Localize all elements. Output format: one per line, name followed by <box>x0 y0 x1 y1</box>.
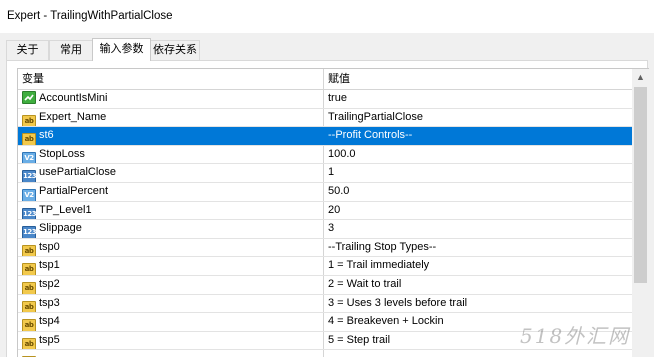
variable-name: tsp4 <box>39 315 60 328</box>
string-icon: ab <box>22 244 36 257</box>
variable-name: PartialPercent <box>39 184 109 197</box>
table-row[interactable]: ab tsp0 --Trailing Stop Types-- <box>18 238 632 258</box>
table-row[interactable]: ab tsp1 1 = Trail immediately <box>18 257 632 276</box>
value-cell[interactable]: 20 <box>324 202 632 220</box>
variable-cell[interactable]: ab tsp1 <box>18 257 324 275</box>
table-row[interactable]: ab tsp3 3 = Uses 3 levels before trail <box>18 294 632 314</box>
variable-cell[interactable]: 123 TP_Level1 <box>18 201 324 220</box>
variable-cell[interactable]: 123 Slippage <box>18 220 324 238</box>
variable-name: tsp2 <box>39 277 60 290</box>
value-cell[interactable]: 1 <box>324 164 632 182</box>
table-row[interactable]: ab Expert_Name TrailingPartialClose <box>18 108 632 128</box>
variable-name: tsp3 <box>39 296 60 309</box>
value-cell[interactable]: 3 = Uses 3 levels before trail <box>324 295 632 313</box>
table-row[interactable]: V2 StopLoss 100.0 <box>18 145 632 165</box>
variable-name: tsp0 <box>39 240 60 253</box>
value-cell[interactable]: 50.0 <box>324 183 632 201</box>
variable-cell[interactable]: V2 StopLoss <box>18 145 324 164</box>
integer-icon: 123 <box>22 170 37 182</box>
string-icon: ab <box>22 263 36 275</box>
variable-name: usePartialClose <box>39 166 117 179</box>
grid-header: 变量 赋值 <box>18 69 632 90</box>
variable-cell[interactable]: ab tsp0 <box>18 238 324 257</box>
table-row[interactable]: ab <box>18 350 632 357</box>
string-icon: ab <box>22 114 36 127</box>
value-cell[interactable]: 100.0 <box>324 146 632 164</box>
header-variable[interactable]: 变量 <box>18 69 324 89</box>
string-icon: ab <box>22 133 36 145</box>
variable-name: StopLoss <box>39 147 85 160</box>
variable-cell[interactable]: ab tsp4 <box>18 313 324 331</box>
tab-about[interactable]: 关于 <box>6 40 49 60</box>
value-cell[interactable]: --Trailing Stop Types-- <box>324 239 632 257</box>
tab-dependencies[interactable]: 依存关系 <box>150 40 200 60</box>
variable-cell[interactable]: ab tsp5 <box>18 331 324 350</box>
scroll-up-arrow-icon[interactable]: ▲ <box>632 69 649 86</box>
variable-cell[interactable]: ab Expert_Name <box>18 108 324 127</box>
variable-cell[interactable]: AccountIsMini <box>18 90 324 108</box>
header-value[interactable]: 赋值 <box>324 69 632 89</box>
variable-name: tsp1 <box>39 259 60 272</box>
variable-name: st6 <box>39 129 54 142</box>
inputs-grid: 变量 赋值 AccountIsMini true ab Expert_Name Trai… <box>17 68 632 357</box>
double-icon: V2 <box>22 151 36 164</box>
string-icon: ab <box>22 319 36 331</box>
value-cell[interactable]: true <box>324 90 632 108</box>
double-icon: V2 <box>22 188 36 201</box>
tab-inputs[interactable]: 输入参数 <box>92 38 151 61</box>
string-icon: ab <box>22 281 36 294</box>
variable-name: tsp5 <box>39 333 60 346</box>
variable-name: Expert_Name <box>39 110 107 123</box>
string-icon: ab <box>22 300 36 313</box>
variable-name: Slippage <box>39 222 82 235</box>
table-row[interactable]: ab st6 --Profit Controls-- <box>18 127 632 146</box>
integer-icon: 123 <box>22 226 37 238</box>
table-row[interactable]: 123 Slippage 3 <box>18 220 632 239</box>
table-row[interactable]: AccountIsMini true <box>18 90 632 109</box>
variable-name: TP_Level1 <box>39 203 92 216</box>
vertical-scrollbar[interactable]: ▲ <box>632 68 649 357</box>
table-row[interactable]: ab tsp2 2 = Wait to trail <box>18 275 632 295</box>
variable-cell[interactable]: ab st6 <box>18 127 324 145</box>
window-title: Expert - TrailingWithPartialClose <box>0 0 654 33</box>
table-row[interactable]: 123 usePartialClose 1 <box>18 164 632 183</box>
value-cell[interactable] <box>324 350 632 357</box>
bool-icon <box>22 91 36 104</box>
table-row[interactable]: 123 TP_Level1 20 <box>18 201 632 221</box>
string-icon: ab <box>22 337 36 350</box>
value-cell[interactable]: TrailingPartialClose <box>324 109 632 127</box>
variable-cell[interactable]: ab tsp3 <box>18 294 324 313</box>
variable-cell[interactable]: 123 usePartialClose <box>18 164 324 182</box>
watermark: 518外汇网 <box>520 324 631 348</box>
variable-name: AccountIsMini <box>39 92 108 104</box>
variable-cell[interactable]: ab <box>18 350 324 357</box>
value-cell[interactable]: 1 = Trail immediately <box>324 257 632 275</box>
variable-cell[interactable]: V2 PartialPercent <box>18 182 324 201</box>
tab-common[interactable]: 常用 <box>49 40 93 60</box>
value-cell[interactable]: 2 = Wait to trail <box>324 276 632 294</box>
variable-cell[interactable]: ab tsp2 <box>18 275 324 294</box>
scroll-thumb[interactable] <box>634 87 647 283</box>
value-cell[interactable]: 3 <box>324 220 632 238</box>
table-row[interactable]: V2 PartialPercent 50.0 <box>18 182 632 202</box>
integer-icon: 123 <box>22 207 37 220</box>
value-cell[interactable]: --Profit Controls-- <box>324 127 632 145</box>
